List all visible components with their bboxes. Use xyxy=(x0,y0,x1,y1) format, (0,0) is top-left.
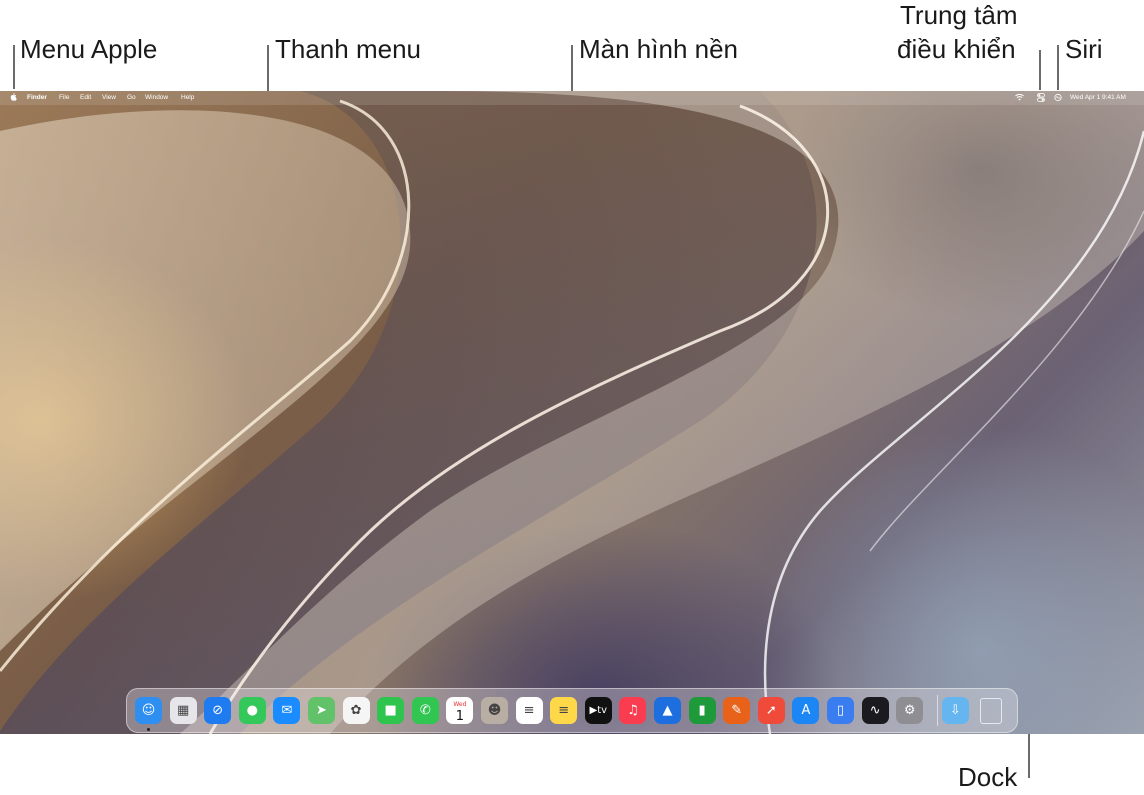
wifi-icon[interactable] xyxy=(1015,93,1024,104)
numbers-icon[interactable]: ▮ xyxy=(688,697,716,724)
control-center-icon[interactable] xyxy=(1037,93,1045,105)
trash-icon[interactable] xyxy=(980,698,1003,724)
callout-dock: Dock xyxy=(958,762,1018,792)
system-settings-icon[interactable]: ⚙ xyxy=(896,697,924,724)
siri-icon[interactable] xyxy=(1054,93,1062,105)
callout-control-center-line1: Trung tâm xyxy=(900,0,1018,30)
tv-icon[interactable]: ▶tv xyxy=(584,697,612,724)
finder-icon[interactable]: ☺ xyxy=(135,697,162,724)
callout-apple-menu: Menu Apple xyxy=(20,34,158,64)
app-store-icon[interactable]: A xyxy=(792,697,820,724)
desktop[interactable]: Finder File Edit View Go Window Help Wed… xyxy=(0,91,1144,734)
iphone-mirroring-icon[interactable]: ▯ xyxy=(827,697,854,724)
menu-window[interactable]: Window xyxy=(145,94,168,102)
menu-help[interactable]: Help xyxy=(181,94,194,102)
menu-edit[interactable]: Edit xyxy=(80,94,91,102)
downloads-icon[interactable]: ⇩ xyxy=(941,697,969,724)
pages-icon[interactable]: ✎ xyxy=(723,697,751,724)
callout-control-center-line2: điều khiển xyxy=(897,34,1016,64)
reminders-icon[interactable]: ≡ xyxy=(515,697,543,724)
app-a-icon[interactable]: ➚ xyxy=(757,697,785,724)
calendar-icon[interactable]: Wed 1 xyxy=(446,697,474,724)
contacts-icon[interactable]: ☻ xyxy=(481,697,508,724)
callout-siri: Siri xyxy=(1065,34,1103,64)
dock-separator xyxy=(937,695,938,726)
menu-view[interactable]: View xyxy=(102,94,116,102)
leader-control-center xyxy=(1039,50,1041,90)
stocks-icon[interactable]: ∿ xyxy=(861,697,889,724)
leader-apple-menu xyxy=(13,45,15,89)
finder-running-indicator xyxy=(147,728,150,731)
menu-go[interactable]: Go xyxy=(127,94,136,102)
menu-file[interactable]: File xyxy=(59,94,69,102)
menu-finder[interactable]: Finder xyxy=(27,94,47,102)
safari-icon[interactable]: ⊘ xyxy=(204,697,232,724)
dock: ☺ ▦ ⊘ ● ✉ ➤ ✿ ■ ✆ Wed 1 ☻ ≡ ≡ ▶tv ♫ ▲ ▮ ✎ ➚ A ▯ ∿ ⚙ ⇩ xyxy=(126,688,1018,733)
music-icon[interactable]: ♫ xyxy=(619,697,647,724)
launchpad-icon[interactable]: ▦ xyxy=(169,697,197,724)
photos-icon[interactable]: ✿ xyxy=(342,697,370,724)
messages-icon[interactable]: ● xyxy=(238,697,266,724)
leader-siri xyxy=(1057,45,1059,90)
callout-desktop: Màn hình nền xyxy=(579,34,739,64)
keynote-icon[interactable]: ▲ xyxy=(654,697,681,724)
maps-icon[interactable]: ➤ xyxy=(308,697,335,724)
notes-icon[interactable]: ≡ xyxy=(550,697,578,724)
callout-menu-bar: Thanh menu xyxy=(275,34,421,64)
mail-icon[interactable]: ✉ xyxy=(273,697,301,724)
menubar-clock[interactable]: Wed Apr 1 9:41 AM xyxy=(1070,94,1126,102)
facetime-icon[interactable]: ■ xyxy=(377,697,405,724)
wallpaper-waves xyxy=(0,91,1144,734)
calendar-date-label: 1 xyxy=(455,709,465,724)
menu-bar: Finder File Edit View Go Window Help Wed… xyxy=(0,91,1144,105)
apple-menu-icon[interactable] xyxy=(10,93,18,105)
phone-icon[interactable]: ✆ xyxy=(411,697,439,724)
